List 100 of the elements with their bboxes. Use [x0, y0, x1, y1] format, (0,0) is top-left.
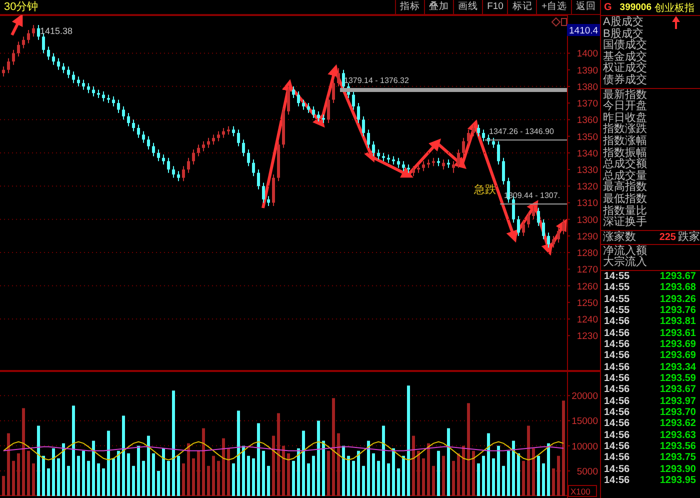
- bar: [252, 458, 255, 496]
- tick-time: 14:56: [604, 452, 630, 464]
- tick-time: 14:56: [604, 430, 630, 442]
- diamond-icon[interactable]: [551, 17, 561, 27]
- bar: [327, 450, 330, 496]
- bar: [47, 468, 50, 496]
- tick-time: 14:56: [604, 350, 630, 362]
- bar: [182, 463, 185, 496]
- price-axis-label: 1350: [576, 132, 598, 143]
- candlestick: [462, 137, 465, 157]
- tick-time: 14:55: [604, 270, 630, 282]
- candlestick: [242, 139, 245, 157]
- market-flag-label: G: [604, 2, 612, 13]
- candlestick: [2, 66, 5, 77]
- bar: [202, 428, 205, 496]
- volume-axis-label: 10000: [572, 441, 598, 452]
- bar: [2, 476, 5, 496]
- quote-field-label: 净流入额: [603, 246, 647, 257]
- price-axis-label: 1370: [576, 98, 598, 110]
- tick-price: 1293.61: [660, 328, 696, 339]
- volume-axis-label: 5000: [576, 466, 598, 478]
- candlestick: [127, 112, 130, 127]
- candlestick: [252, 159, 255, 177]
- price-axis-label: 1360: [576, 115, 598, 126]
- candlestick: [292, 86, 295, 99]
- candlestick: [152, 142, 155, 157]
- candlestick: [177, 170, 180, 182]
- quote-field-label: B股成交: [603, 28, 644, 40]
- bar: [457, 453, 460, 496]
- bar: [132, 466, 135, 496]
- bar: [437, 450, 440, 496]
- tick-time: 14:56: [604, 464, 630, 476]
- bar: [77, 456, 80, 496]
- tick-price: 1293.69: [660, 338, 696, 350]
- bar: [237, 410, 240, 496]
- bar: [292, 460, 295, 496]
- bar: [367, 440, 370, 496]
- tick-time: 14:55: [604, 294, 630, 305]
- bar: [32, 463, 35, 496]
- bar: [462, 446, 465, 496]
- candlestick: [377, 149, 380, 160]
- candlestick: [217, 130, 220, 142]
- bar: [127, 453, 130, 496]
- bar: [42, 456, 45, 496]
- bar: [187, 443, 190, 496]
- candlestick: [357, 102, 360, 124]
- bar: [342, 446, 345, 496]
- candlestick: [482, 129, 485, 142]
- quote-field-label: 国债成交: [603, 40, 647, 52]
- candlestick: [302, 99, 305, 110]
- quote-field-label: 跌家: [678, 230, 700, 244]
- arrow-icon: [672, 16, 680, 29]
- quote-field-label: 涨家数: [603, 230, 636, 244]
- candlestick: [197, 144, 200, 157]
- candlestick: [317, 110, 320, 122]
- bar: [102, 468, 105, 496]
- candlestick: [522, 220, 525, 236]
- bar: [487, 433, 490, 496]
- candlestick: [222, 127, 225, 138]
- candlestick: [27, 29, 30, 44]
- square-icon[interactable]: [561, 18, 567, 26]
- bar: [267, 466, 270, 496]
- bar: [492, 458, 495, 496]
- candlestick: [352, 90, 355, 110]
- bar: [87, 460, 90, 496]
- candlestick: [542, 218, 545, 240]
- bar: [417, 450, 420, 496]
- candlestick: [517, 216, 520, 236]
- tick-price: 1293.34: [660, 362, 696, 373]
- candlestick: [467, 129, 470, 146]
- tick-time: 14:55: [604, 304, 630, 316]
- tick-time: 14:56: [604, 407, 630, 418]
- bar: [37, 426, 40, 496]
- price-axis-label: 1400: [576, 48, 598, 60]
- bar: [107, 430, 110, 496]
- candlestick: [117, 99, 120, 114]
- candlestick: [52, 52, 55, 66]
- bar: [467, 403, 470, 496]
- bar: [532, 448, 535, 496]
- bar: [402, 456, 405, 496]
- bar: [382, 426, 385, 496]
- last-price-tag: 1410.4: [567, 24, 600, 36]
- price-axis-label: 1380: [576, 82, 598, 93]
- bar: [547, 443, 550, 496]
- quote-field-label: 指数涨跌: [603, 124, 647, 136]
- candlestick: [92, 86, 95, 97]
- candlestick: [547, 232, 550, 248]
- tick-time: 14:56: [604, 384, 630, 396]
- tick-time: 14:56: [604, 441, 630, 452]
- bar: [7, 433, 10, 496]
- quote-field-label: 指数振幅: [603, 148, 647, 159]
- bar: [447, 428, 450, 496]
- tick-price: 1293.68: [660, 282, 696, 294]
- tick-price: 1293.26: [660, 294, 696, 305]
- bar: [157, 470, 160, 496]
- bar: [337, 433, 340, 496]
- price-axis-label: 1320: [576, 182, 598, 193]
- candlestick: [337, 68, 340, 87]
- quote-field-label: 总成交额: [603, 159, 647, 170]
- tick-time: 14:56: [604, 475, 630, 486]
